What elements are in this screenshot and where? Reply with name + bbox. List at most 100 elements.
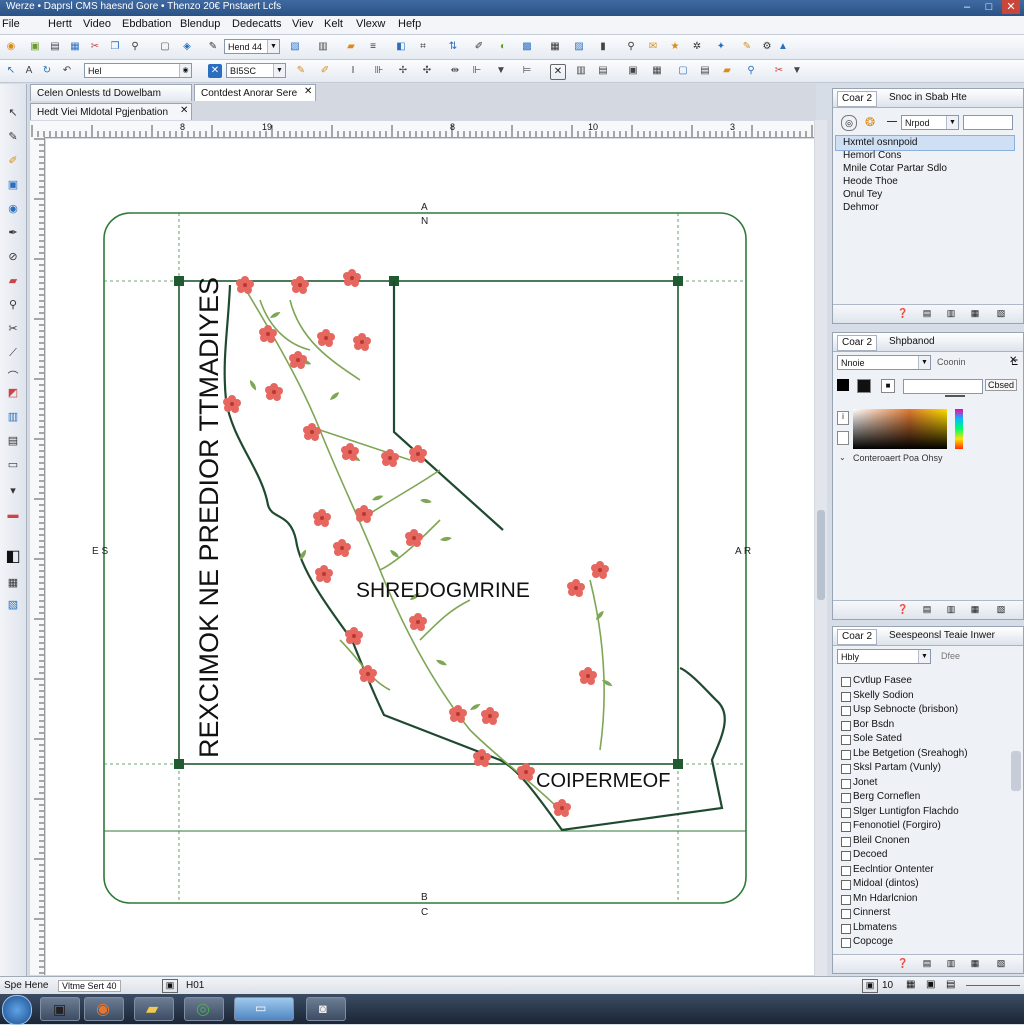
folder-open-icon[interactable]: ▰ xyxy=(720,64,734,78)
effect-delete-icon[interactable]: ▧ xyxy=(995,958,1007,969)
crop-icon[interactable]: ⌗ xyxy=(416,40,430,54)
outline-path[interactable] xyxy=(392,281,504,531)
distribute-icon[interactable]: ⊪ xyxy=(372,64,386,78)
menu-view[interactable]: Viev xyxy=(292,18,313,30)
effect-item[interactable]: Lbe Betgetion (Sreahogh) xyxy=(833,748,1009,762)
layer-item[interactable]: Onul Tey xyxy=(843,188,882,201)
brush-icon[interactable]: ✐ xyxy=(472,40,486,54)
artwork[interactable]: REXCIMOK NE PREDIOR TTMADIYES SHREDOGMRI… xyxy=(46,139,814,975)
effect-item[interactable]: Berg Corneflen xyxy=(833,791,1009,805)
menu-window[interactable]: Vlexw xyxy=(356,18,385,30)
taskbar-app-computer[interactable]: ▣ xyxy=(40,997,80,1021)
grid-tool-icon[interactable]: ▦ xyxy=(4,576,22,590)
swatch-add-icon[interactable]: ▤ xyxy=(921,604,933,615)
effect-item[interactable]: Sksl Partam (Vunly) xyxy=(833,762,1009,776)
bottom-label-text[interactable]: COIPERMEOF xyxy=(536,770,670,792)
effect-item[interactable]: Fenonotiel (Forgiro) xyxy=(833,820,1009,834)
close-button[interactable]: ✕ xyxy=(1002,0,1020,14)
hex-field[interactable] xyxy=(903,379,983,394)
window-icon[interactable]: ▢ xyxy=(676,64,690,78)
font-combo[interactable]: Hend 44 ▼ xyxy=(224,39,280,54)
swap-colors-icon[interactable]: ■ xyxy=(881,379,895,393)
fill-tool-icon[interactable]: ◉ xyxy=(4,202,22,216)
vertical-title-text[interactable]: REXCIMOK NE PREDIOR TTMADIYES xyxy=(194,277,224,758)
wand-icon[interactable]: ✦ xyxy=(714,40,728,54)
help-icon[interactable]: ❓ xyxy=(897,604,909,615)
size-combo[interactable]: Hel ◉ xyxy=(84,63,192,78)
frame-tool-icon[interactable]: ▭ xyxy=(4,458,22,472)
node-icon[interactable]: ✢ xyxy=(396,64,410,78)
layer-item[interactable]: Dehmor xyxy=(843,201,879,214)
set-color-button[interactable]: Cbsed xyxy=(985,379,1018,391)
tab-panel1-secondary[interactable]: Snoc in Sbab Hte xyxy=(885,91,971,105)
align-right-icon[interactable]: ⊨ xyxy=(520,64,534,78)
node-tool-icon[interactable]: ✎ xyxy=(4,130,22,144)
effect-checkbox[interactable] xyxy=(841,793,851,803)
align-left-icon[interactable]: ⊩ xyxy=(470,64,484,78)
star-icon[interactable]: ★ xyxy=(668,40,682,54)
tab-panel2-secondary[interactable]: Shpbanod xyxy=(885,335,939,349)
menu-decorate[interactable]: Dedecatts xyxy=(232,18,282,30)
status-field[interactable]: Vltme Sert 40 xyxy=(58,980,121,992)
copy-icon[interactable]: ❐ xyxy=(108,40,122,54)
menu-file[interactable]: File xyxy=(2,18,20,30)
snap-status-icon[interactable]: ▣ xyxy=(926,979,935,990)
center-label-text[interactable]: SHREDOGMRINE xyxy=(356,579,530,602)
panel1-combo[interactable]: Nrpod ▼ xyxy=(901,115,959,130)
effect-item[interactable]: Copcoge xyxy=(833,936,1009,950)
delete-icon[interactable]: ✕ xyxy=(550,64,566,80)
effect-checkbox[interactable] xyxy=(841,677,851,687)
layer-icon[interactable]: ◧ xyxy=(394,40,408,54)
note-icon[interactable]: ✉ xyxy=(646,40,660,54)
color-picker-field[interactable] xyxy=(853,409,947,449)
layers-tool-icon[interactable]: ▧ xyxy=(4,598,22,612)
pen-tool-icon[interactable]: ✒ xyxy=(4,226,22,240)
fill-icon[interactable]: ◐ xyxy=(496,40,510,54)
effect-item[interactable]: Bleil Cnonen xyxy=(833,835,1009,849)
tab-panel3-secondary[interactable]: Seespeonsl Teaie Inwer xyxy=(885,629,999,643)
effect-checkbox[interactable] xyxy=(841,735,851,745)
taskbar-app-folder[interactable]: ▰ xyxy=(134,997,174,1021)
effects-icon[interactable]: ✲ xyxy=(690,40,704,54)
search-icon[interactable]: ⚲ xyxy=(624,40,638,54)
tab-panel2-main[interactable]: Coar 2 xyxy=(837,335,878,351)
swatch-tool-icon[interactable]: ◧ xyxy=(4,549,22,565)
paint-tool-icon[interactable]: ✐ xyxy=(4,154,22,168)
text-icon[interactable]: A xyxy=(22,64,36,78)
effect-checkbox[interactable] xyxy=(841,938,851,948)
close-subtab-icon[interactable]: ✕ xyxy=(180,105,188,116)
foreground-swatch[interactable] xyxy=(837,379,849,391)
layer-item[interactable]: Hxmtel osnnpoid xyxy=(843,136,917,149)
effect-item[interactable]: Sole Sated xyxy=(833,733,1009,747)
link-icon[interactable]: ❂ xyxy=(865,115,875,129)
effect-checkbox[interactable] xyxy=(841,807,851,818)
start-button[interactable] xyxy=(2,995,32,1025)
new-icon[interactable]: ▣ xyxy=(28,40,42,54)
effect-checkbox[interactable] xyxy=(841,865,851,876)
rotate-icon[interactable]: ↻ xyxy=(40,64,54,78)
grid-status-icon[interactable]: ▦ xyxy=(906,979,915,990)
layer-item[interactable]: Mnile Cotar Partar Sdlo xyxy=(843,162,947,175)
minimize-button[interactable]: – xyxy=(958,0,976,14)
folder-icon[interactable]: ▰ xyxy=(344,40,358,54)
effect-checkbox[interactable] xyxy=(841,720,851,731)
x-icon[interactable]: ✕ xyxy=(208,64,222,78)
menu-help-1[interactable]: Kelt xyxy=(324,18,343,30)
effect-item[interactable]: Jonet xyxy=(833,777,1009,791)
lock-icon[interactable]: ▮ xyxy=(596,40,610,54)
flip-icon[interactable]: ⇅ xyxy=(446,40,460,54)
shape-tool-icon[interactable]: ▣ xyxy=(4,178,22,192)
effect-checkbox[interactable] xyxy=(841,923,851,934)
hue-slider[interactable] xyxy=(955,409,963,449)
help-icon[interactable]: ❓ xyxy=(897,308,909,319)
line-tool-icon[interactable]: ⟋ xyxy=(4,346,22,360)
effect-edit-icon[interactable]: ▥ xyxy=(945,958,957,969)
frame-icon[interactable]: ▢ xyxy=(158,40,172,54)
effect-checkbox[interactable] xyxy=(841,880,851,890)
zoom-icon[interactable]: ⚲ xyxy=(128,40,142,54)
highlight-tool-icon[interactable]: ▬ xyxy=(4,508,22,522)
subtab-view[interactable]: Hedt Viei Mldotal Pgjenbation xyxy=(30,103,192,120)
rotate-left-icon[interactable]: ↶ xyxy=(60,64,74,78)
column-icon[interactable]: ▣ xyxy=(626,64,640,78)
page-icon[interactable]: ▤ xyxy=(596,64,610,78)
